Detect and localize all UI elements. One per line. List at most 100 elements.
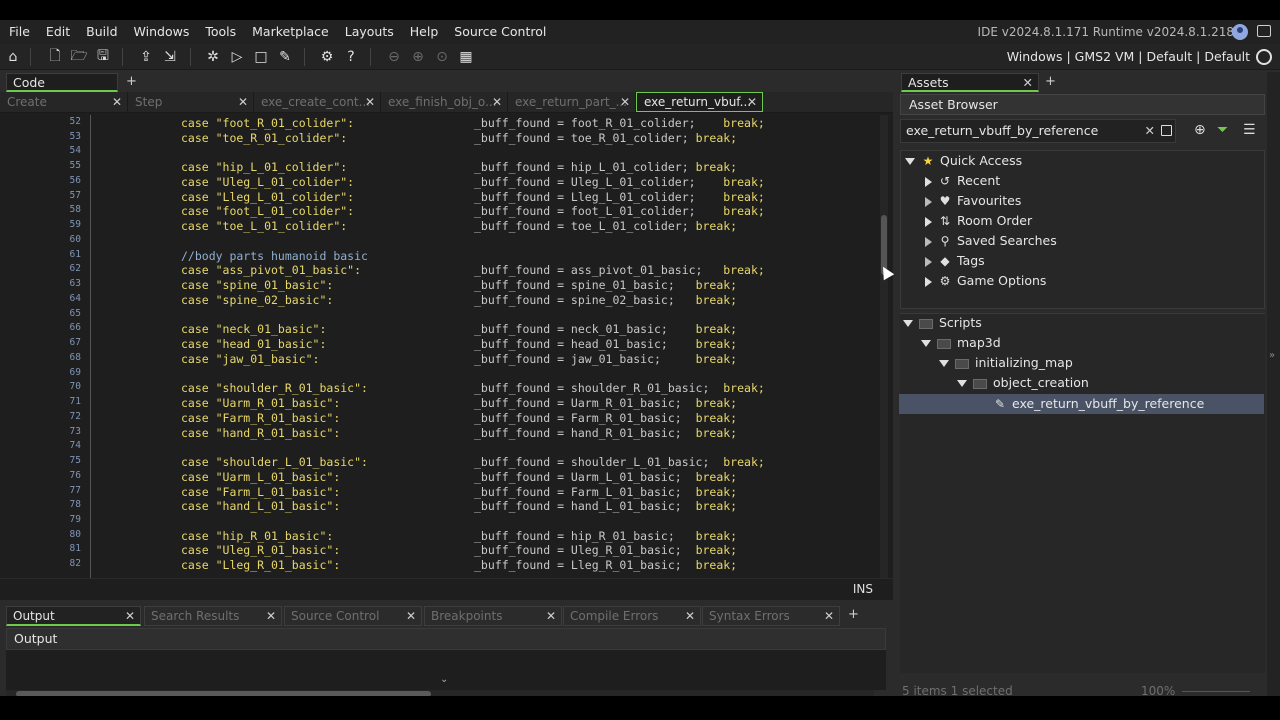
target-icon[interactable] xyxy=(1256,49,1272,65)
tree-game-options[interactable]: ⚙ Game Options xyxy=(925,271,1046,291)
close-icon[interactable]: ✕ xyxy=(620,92,630,113)
save-search-icon[interactable] xyxy=(1161,125,1172,136)
tree-saved-searches[interactable]: ⚲ Saved Searches xyxy=(925,231,1057,251)
code-editor[interactable]: 52 case "foot_R_01_colider": _buff_found =… xyxy=(0,115,880,578)
file-tab-exe-create[interactable]: exe_create_cont... ✕ xyxy=(254,92,381,113)
close-icon[interactable]: ✕ xyxy=(406,607,416,625)
chevron-right-icon[interactable]: » xyxy=(1269,350,1275,361)
close-icon[interactable]: ✕ xyxy=(1023,74,1033,92)
home-icon[interactable]: ⌂ xyxy=(4,48,22,66)
tab-search-results[interactable]: Search Results ✕ xyxy=(144,606,282,626)
file-tab-step[interactable]: Step ✕ xyxy=(128,92,254,113)
tab-source-control[interactable]: Source Control ✕ xyxy=(284,606,422,626)
menu-marketplace[interactable]: Marketplace xyxy=(244,20,337,44)
code-case: case "spine_01_basic": xyxy=(181,278,334,293)
settings-icon[interactable]: ⚙ xyxy=(318,48,336,66)
save-icon[interactable]: 🖫 xyxy=(94,48,112,66)
menu-icon[interactable]: ☰ xyxy=(1243,122,1256,138)
menu-edit[interactable]: Edit xyxy=(38,20,78,44)
clear-search-icon[interactable]: ✕ xyxy=(1145,120,1155,142)
close-icon[interactable]: ✕ xyxy=(492,92,502,113)
zoom-reset-icon[interactable]: ⊙ xyxy=(433,48,451,66)
filter-icon[interactable]: ⏷ xyxy=(1217,122,1228,138)
tree-initializing-map[interactable]: initializing_map xyxy=(939,353,1073,373)
tree-recent[interactable]: ↺ Recent xyxy=(925,171,1000,191)
close-icon[interactable]: ✕ xyxy=(747,93,757,111)
expand-arrow-icon[interactable] xyxy=(925,216,932,227)
add-tab-icon[interactable]: + xyxy=(848,607,859,622)
file-tab-exe-return-vbuff[interactable]: exe_return_vbuf... ✕ xyxy=(636,92,763,112)
expand-arrow-icon[interactable] xyxy=(925,256,932,267)
collapse-panel-icon[interactable]: ⌄ xyxy=(440,674,448,685)
close-icon[interactable]: ✕ xyxy=(365,92,375,113)
tree-exe-return-vbuff[interactable]: ✎ exe_return_vbuff_by_reference xyxy=(993,394,1204,414)
menu-windows[interactable]: Windows xyxy=(126,20,198,44)
expand-arrow-icon[interactable] xyxy=(925,196,932,207)
tree-tags[interactable]: ◆ Tags xyxy=(925,251,985,271)
file-tab-exe-return-part[interactable]: exe_return_part_... ✕ xyxy=(508,92,636,113)
expand-arrow-icon[interactable] xyxy=(903,320,913,327)
add-workspace-icon[interactable]: + xyxy=(126,74,137,89)
menu-file[interactable]: File xyxy=(0,20,38,44)
stop-icon[interactable]: □ xyxy=(252,48,270,66)
tree-favourites[interactable]: ♥ Favourites xyxy=(925,191,1021,211)
close-icon[interactable]: ✕ xyxy=(125,607,135,625)
tab-syntax-errors[interactable]: Syntax Errors ✕ xyxy=(702,606,840,626)
workspace-icon[interactable]: ▦ xyxy=(457,48,475,66)
chat-icon[interactable] xyxy=(1257,25,1271,37)
tree-room-order[interactable]: ⇅ Room Order xyxy=(925,211,1032,231)
zoom-slider[interactable] xyxy=(1182,691,1250,692)
menu-layouts[interactable]: Layouts xyxy=(337,20,402,44)
tab-assets[interactable]: Assets ✕ xyxy=(901,73,1039,92)
expand-arrow-icon[interactable] xyxy=(921,340,931,347)
tab-compile-errors[interactable]: Compile Errors ✕ xyxy=(563,606,701,626)
menu-build[interactable]: Build xyxy=(78,20,125,44)
close-icon[interactable]: ✕ xyxy=(266,607,276,625)
menu-help[interactable]: Help xyxy=(402,20,447,44)
horizontal-scrollbar[interactable] xyxy=(6,690,874,696)
tab-label: Output xyxy=(13,609,55,623)
menu-tools[interactable]: Tools xyxy=(197,20,244,44)
user-icon[interactable] xyxy=(1232,24,1248,40)
tag-icon: ◆ xyxy=(940,254,950,268)
target-selector[interactable]: Windows | GMS2 VM | Default | Default xyxy=(1007,44,1250,70)
new-project-icon[interactable]: 🗋 xyxy=(46,48,64,66)
expand-arrow-icon[interactable] xyxy=(925,276,932,287)
tree-quick-access[interactable]: ★ Quick Access xyxy=(905,151,1022,171)
add-asset-icon[interactable]: ⊕ xyxy=(1194,122,1206,138)
zoom-in-icon[interactable]: ⊕ xyxy=(409,48,427,66)
expand-arrow-icon[interactable] xyxy=(939,360,949,367)
open-project-icon[interactable]: 🗁 xyxy=(70,48,88,66)
close-icon[interactable]: ✕ xyxy=(824,607,834,625)
tree-map3d[interactable]: map3d xyxy=(921,333,1001,353)
vertical-scrollbar[interactable] xyxy=(880,115,888,578)
file-tab-create[interactable]: Create ✕ xyxy=(0,92,128,113)
scrollbar-thumb[interactable] xyxy=(16,691,431,696)
zoom-out-icon[interactable]: ⊖ xyxy=(385,48,403,66)
package-icon[interactable]: ⇲ xyxy=(161,48,179,66)
menu-source-control[interactable]: Source Control xyxy=(446,20,554,44)
close-icon[interactable]: ✕ xyxy=(238,92,248,113)
tab-code[interactable]: Code xyxy=(6,73,118,92)
expand-arrow-icon[interactable] xyxy=(957,380,967,387)
add-tab-icon[interactable]: + xyxy=(1045,74,1056,89)
debug-icon[interactable]: ✲ xyxy=(204,48,222,66)
asset-search-input[interactable]: exe_return_vbuff_by_reference ✕ xyxy=(900,119,1176,143)
close-icon[interactable]: ✕ xyxy=(112,92,122,113)
clean-icon[interactable]: ✎ xyxy=(276,48,294,66)
help-icon[interactable]: ? xyxy=(342,48,360,66)
close-icon[interactable]: ✕ xyxy=(546,607,556,625)
file-tab-exe-finish[interactable]: exe_finish_obj_o... ✕ xyxy=(381,92,508,113)
tab-breakpoints[interactable]: Breakpoints ✕ xyxy=(424,606,562,626)
expand-arrow-icon[interactable] xyxy=(925,176,932,187)
tree-label: Favourites xyxy=(957,193,1022,208)
expand-arrow-icon[interactable] xyxy=(925,236,932,247)
code-case: case "spine_02_basic": xyxy=(181,292,334,307)
expand-arrow-icon[interactable] xyxy=(905,158,915,165)
close-icon[interactable]: ✕ xyxy=(685,607,695,625)
run-icon[interactable]: ▷ xyxy=(228,48,246,66)
tab-output[interactable]: Output ✕ xyxy=(6,606,141,626)
tree-object-creation[interactable]: object_creation xyxy=(957,373,1089,393)
tree-scripts[interactable]: Scripts xyxy=(903,313,982,333)
create-executable-icon[interactable]: ⇪ xyxy=(137,48,155,66)
